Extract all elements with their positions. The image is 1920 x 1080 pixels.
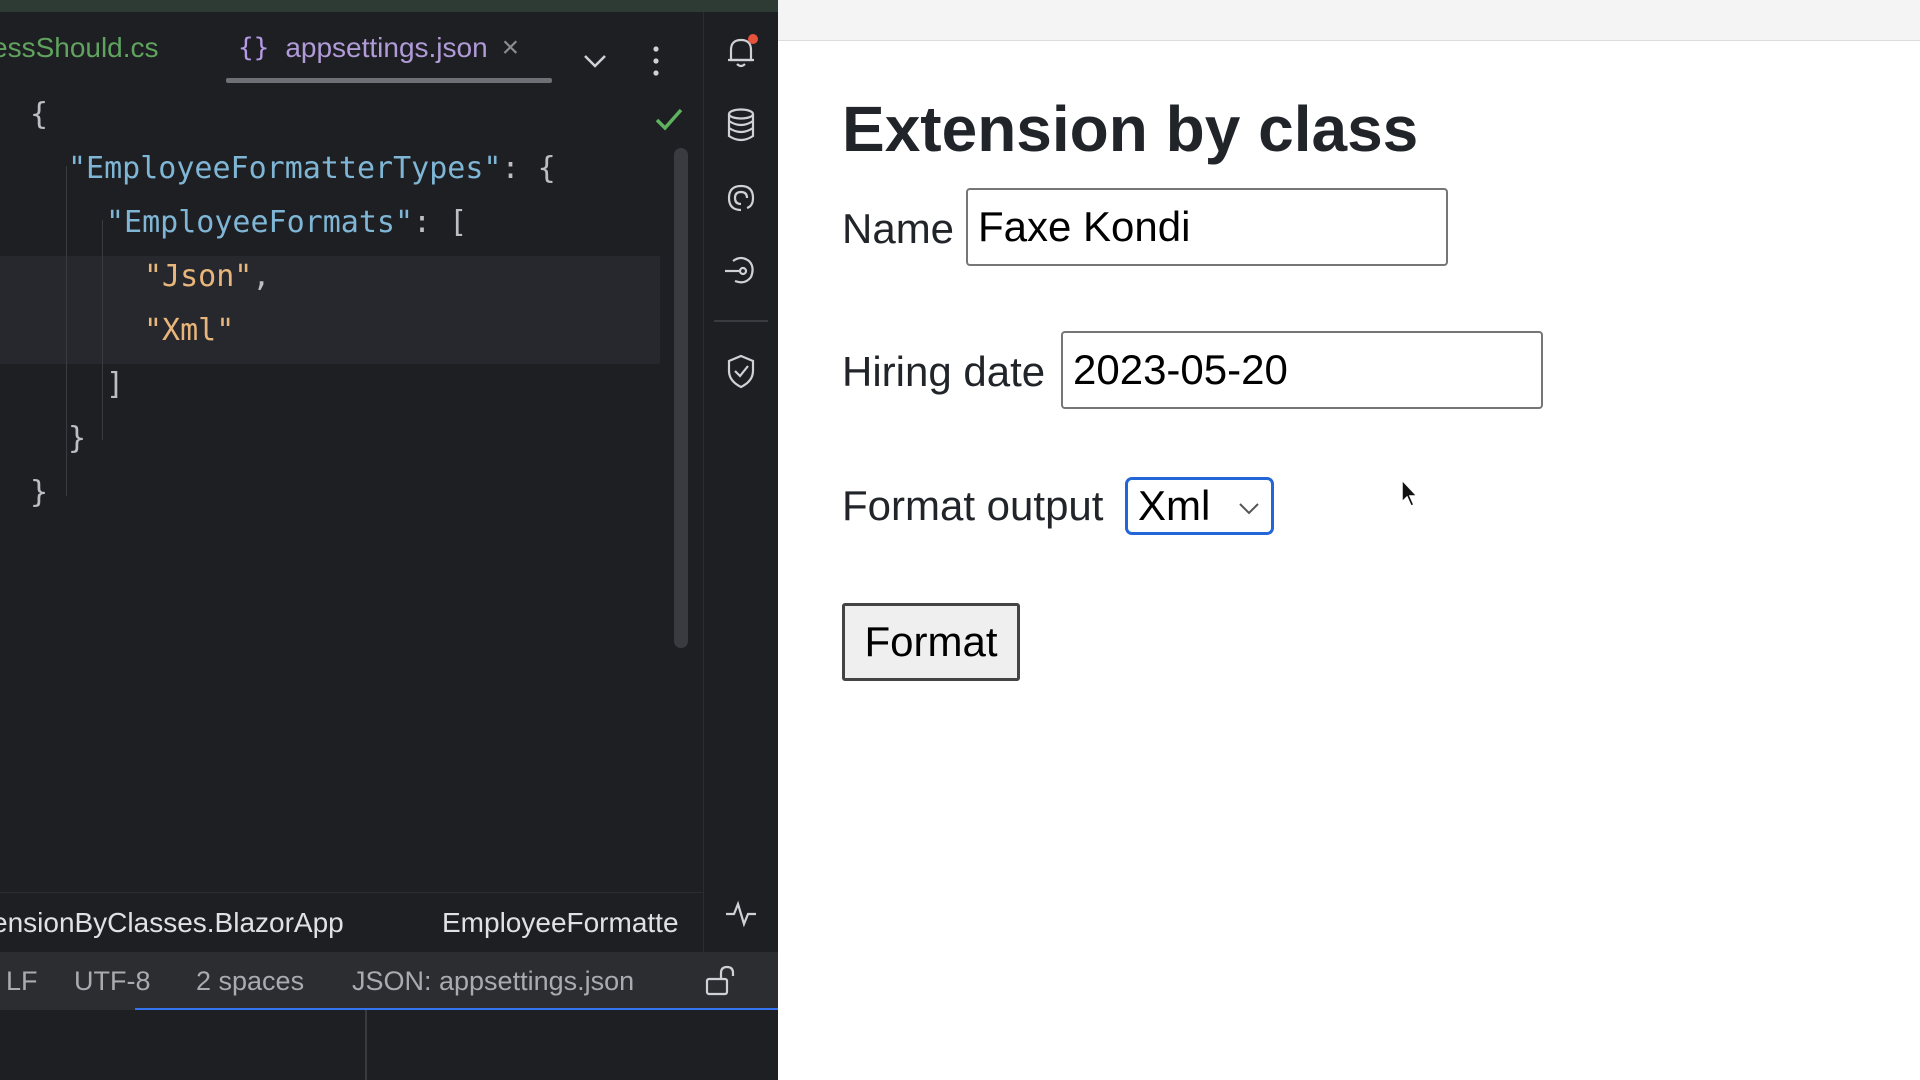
chevron-down-icon	[1239, 503, 1259, 515]
tab-essshould-cs[interactable]: essShould.cs	[0, 12, 159, 84]
breadcrumb: ensionByClasses.BlazorApp EmployeeFormat…	[0, 892, 703, 953]
check-icon[interactable]	[652, 102, 686, 136]
editor-scrollbar[interactable]	[674, 148, 688, 648]
name-input[interactable]	[966, 188, 1448, 266]
notification-bell-icon[interactable]	[721, 32, 761, 72]
close-icon[interactable]: ×	[502, 31, 520, 65]
chevron-down-icon[interactable]	[580, 46, 610, 76]
mouse-cursor-icon	[1401, 478, 1419, 507]
code-line-4: "Json",	[144, 259, 271, 294]
current-line-highlight	[0, 256, 660, 310]
endpoints-icon[interactable]	[721, 251, 761, 291]
format-button[interactable]: Format	[842, 603, 1020, 681]
divider	[365, 1010, 367, 1080]
page-title: Extension by class	[842, 93, 1419, 165]
indent-guide	[66, 166, 67, 496]
json-braces-icon: {}	[238, 33, 270, 63]
current-line-highlight	[0, 310, 660, 364]
pulse-icon[interactable]	[724, 896, 758, 930]
ide-bottom-area	[0, 1010, 778, 1080]
active-tab-indicator	[226, 78, 552, 83]
database-icon[interactable]	[721, 105, 761, 145]
status-bar: LF UTF-8 2 spaces JSON: appsettings.json	[0, 952, 778, 1010]
browser-top-bar	[778, 0, 1920, 41]
breadcrumb-item[interactable]: ensionByClasses.BlazorApp	[0, 893, 344, 953]
editor-tab-bar: essShould.cs {} appsettings.json ×	[0, 12, 703, 84]
ai-assistant-icon[interactable]	[721, 178, 761, 218]
lock-open-icon[interactable]	[703, 964, 737, 998]
code-line-5: "Xml"	[144, 313, 235, 348]
ide-title-strip	[0, 0, 778, 12]
breadcrumb-item[interactable]: EmployeeFormatte	[442, 893, 679, 953]
hiring-date-label: Hiring date	[842, 348, 1046, 395]
code-line-2: "EmployeeFormatterTypes": {	[68, 151, 556, 186]
code-editor[interactable]: { "EmployeeFormatterTypes": { "EmployeeF…	[0, 84, 703, 892]
code-line-3: "EmployeeFormats": [	[106, 205, 468, 240]
file-type-status[interactable]: JSON: appsettings.json	[352, 952, 634, 1010]
indent-guide	[102, 220, 103, 440]
format-output-select[interactable]: Xml	[1125, 477, 1274, 535]
tool-divider	[714, 320, 768, 322]
code-line-7: }	[68, 421, 87, 456]
ide-window: essShould.cs {} appsettings.json × { "Em…	[0, 0, 778, 1080]
hiring-date-input[interactable]	[1061, 331, 1543, 409]
code-line-1: {	[30, 97, 49, 132]
format-selected-value: Xml	[1138, 482, 1211, 529]
format-output-label: Format output	[842, 482, 1104, 529]
code-line-6: ]	[106, 367, 125, 402]
tab-label: appsettings.json	[285, 32, 488, 63]
indent-status[interactable]: 2 spaces	[196, 952, 304, 1010]
shield-icon[interactable]	[721, 351, 761, 391]
tab-appsettings-json[interactable]: {} appsettings.json ×	[238, 12, 519, 84]
line-ending-status[interactable]: LF	[6, 952, 38, 1010]
name-label: Name	[842, 205, 955, 252]
more-vertical-icon[interactable]	[646, 44, 666, 78]
browser-viewport: Extension by class Name Hiring date Form…	[778, 0, 1920, 1080]
code-line-8: }	[30, 475, 49, 510]
encoding-status[interactable]: UTF-8	[74, 952, 151, 1010]
tab-label: essShould.cs	[0, 32, 159, 63]
